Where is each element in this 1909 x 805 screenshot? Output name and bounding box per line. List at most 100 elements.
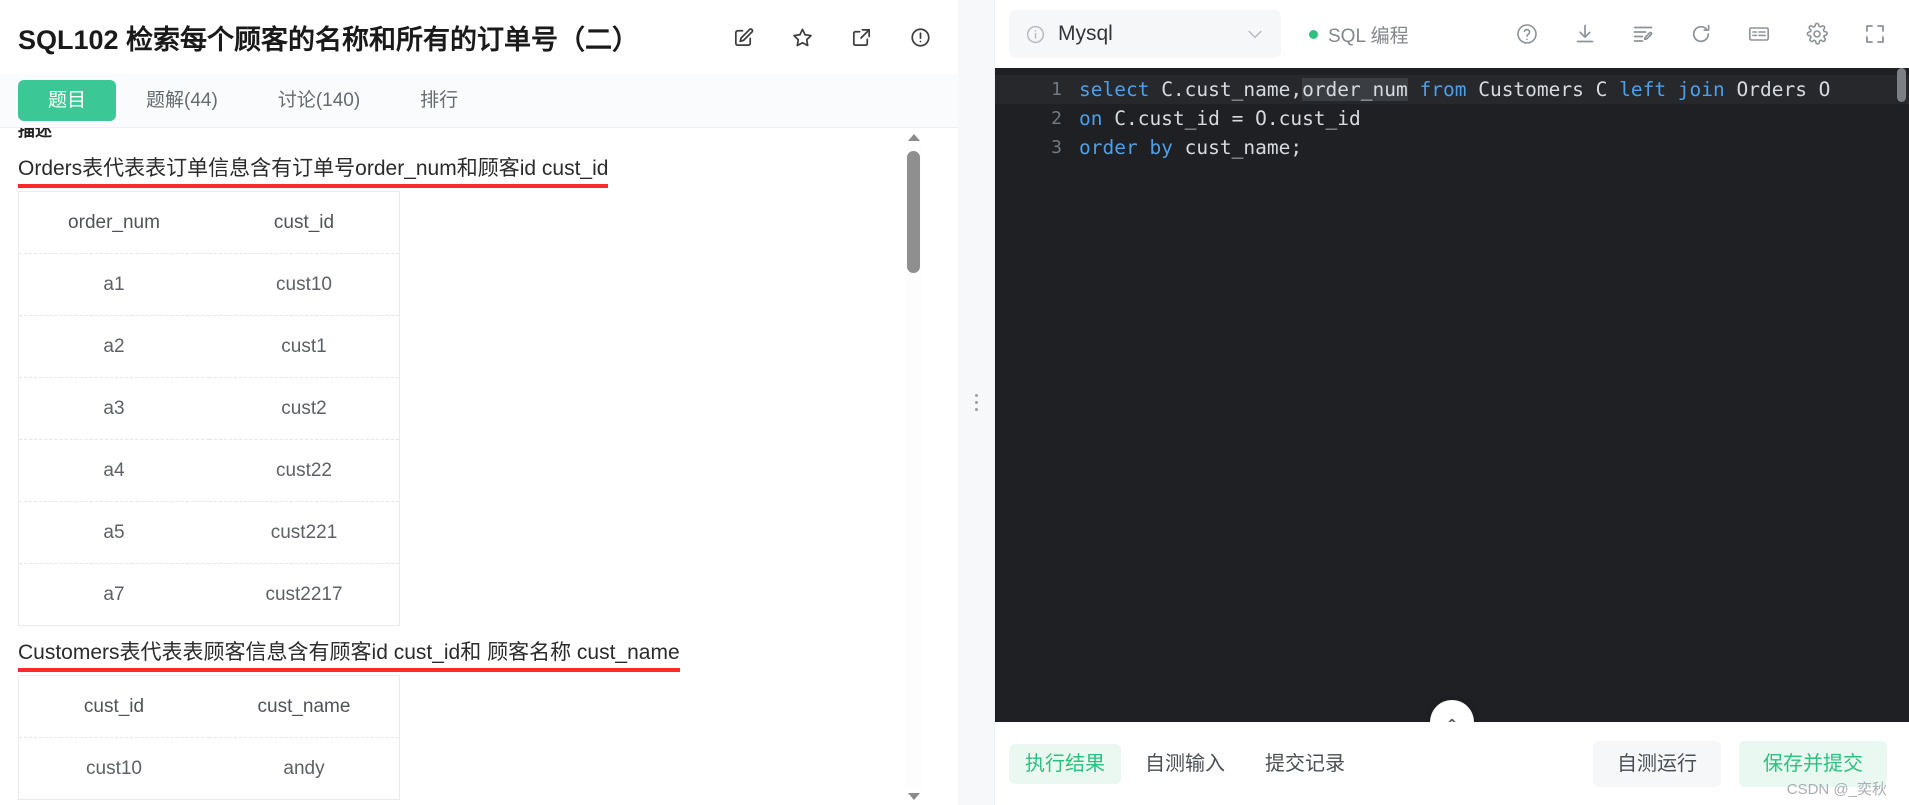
cell: a7	[103, 583, 125, 605]
problem-header-actions	[732, 26, 932, 49]
tab-ranking[interactable]: 排行	[390, 80, 488, 121]
cell: a5	[18, 501, 209, 564]
self-test-run-button[interactable]: 自测运行	[1593, 740, 1721, 787]
download-icon[interactable]	[1573, 22, 1597, 46]
problem-content-scroll[interactable]: 描述 Orders表代表表订单信息含有订单号order_num和顾客id cus…	[0, 128, 958, 805]
settings-gear-icon[interactable]	[1805, 22, 1829, 46]
cell: cust22	[209, 439, 400, 502]
description-heading: 描述	[18, 128, 52, 140]
column-header-order-num: order_num	[18, 191, 209, 254]
editor-scrollbar[interactable]	[1895, 68, 1909, 722]
red-underline	[18, 184, 609, 188]
code-line[interactable]: 3 order by cust_name;	[995, 133, 1909, 162]
tab-discussion[interactable]: 讨论(140)	[248, 80, 390, 121]
tab-submission-history[interactable]: 提交记录	[1249, 744, 1361, 784]
editor-toolbar: Mysql SQL 编程	[995, 0, 1909, 68]
sql-practice-page: SQL102 检索每个顾客的名称和所有的订单号（二） 题目 题解(44) 讨论(…	[0, 0, 1909, 805]
code-line[interactable]: 2 on C.cust_id = O.cust_id	[995, 104, 1909, 133]
column-header-cust-id: cust_id	[18, 675, 209, 738]
orders-table-description-text: Orders表代表表订单信息含有订单号order_num和顾客id cust_i…	[18, 157, 609, 180]
problem-scrollbar[interactable]	[905, 129, 922, 805]
report-info-icon[interactable]	[909, 26, 932, 49]
customers-table-description-text: Customers表代表表顾客信息含有顾客id cust_id和 顾客名称 cu…	[18, 641, 680, 664]
cell: andy	[283, 757, 325, 779]
database-select-value: Mysql	[1058, 22, 1113, 45]
editor-actions: 自测运行 保存并提交	[1593, 740, 1887, 787]
editor-bottom-bar: 执行结果 自测输入 提交记录 自测运行 保存并提交 CSDN @_奕秋	[995, 722, 1909, 805]
share-external-icon[interactable]	[850, 26, 873, 49]
info-circle-icon	[1025, 24, 1046, 45]
table-header-row: order_num cust_id	[18, 191, 400, 254]
editor-toolbar-actions	[1515, 22, 1887, 46]
sql-keyword: order by	[1079, 136, 1173, 159]
orders-table-description: Orders表代表表订单信息含有订单号order_num和顾客id cust_i…	[18, 154, 609, 188]
pane-splitter[interactable]	[958, 0, 994, 805]
cell: cust10	[209, 253, 400, 316]
note-edit-icon[interactable]	[732, 26, 755, 49]
problem-header: SQL102 检索每个顾客的名称和所有的订单号（二）	[0, 0, 958, 74]
help-circle-icon[interactable]	[1515, 22, 1539, 46]
code-token: C.cust_id = O.cust_id	[1102, 107, 1361, 130]
scrollbar-thumb[interactable]	[1897, 68, 1906, 102]
cell: cust2217	[265, 583, 343, 605]
table-row: a7 cust2217	[19, 564, 400, 626]
table-row: a4 cust22	[18, 439, 400, 502]
sql-keyword: left join	[1619, 78, 1725, 101]
table-row: cust10 andy	[19, 738, 400, 800]
line-number: 2	[1051, 108, 1062, 129]
problem-tabs: 题目 题解(44) 讨论(140) 排行	[0, 74, 958, 128]
database-select[interactable]: Mysql	[1009, 10, 1281, 58]
customers-table-description: Customers表代表表顾客信息含有顾客id cust_id和 顾客名称 cu…	[18, 638, 680, 672]
tab-execution-result[interactable]: 执行结果	[1009, 743, 1121, 784]
cell: a4	[18, 439, 209, 502]
sql-keyword: select	[1079, 78, 1150, 101]
scrollbar-thumb[interactable]	[907, 151, 920, 273]
cell: cust10	[86, 757, 142, 779]
format-code-icon[interactable]	[1631, 22, 1655, 46]
table-row: a3 cust2	[18, 377, 400, 440]
code-line-text: select C.cust_name,order_num from Custom…	[1079, 75, 1830, 104]
sql-code-editor[interactable]: 1 select C.cust_name,order_num from Custo…	[995, 68, 1909, 722]
table-row: a5 cust221	[18, 501, 400, 564]
drag-handle-dots-icon[interactable]	[974, 394, 978, 411]
fullscreen-icon[interactable]	[1863, 22, 1887, 46]
scroll-down-arrow-icon[interactable]	[905, 788, 922, 805]
keyboard-shortcut-icon[interactable]	[1747, 22, 1771, 46]
sql-keyword: from	[1419, 78, 1467, 101]
code-line-text: order by cust_name;	[1079, 133, 1302, 162]
highlighted-token: order_num	[1302, 78, 1408, 101]
cell: cust221	[209, 501, 400, 564]
cell: cust1	[209, 315, 400, 378]
code-token: cust_name;	[1172, 136, 1303, 159]
tab-self-test-input[interactable]: 自测输入	[1129, 744, 1241, 784]
code-token: Orders O	[1724, 78, 1831, 101]
red-underline	[18, 668, 680, 672]
line-number: 3	[1051, 137, 1062, 158]
tab-problem[interactable]: 题目	[18, 80, 117, 121]
table-row: a1 cust10	[18, 253, 400, 316]
tab-solutions[interactable]: 题解(44)	[116, 80, 248, 121]
cell: a1	[18, 253, 209, 316]
problem-content: 描述 Orders表代表表订单信息含有订单号order_num和顾客id cus…	[0, 128, 916, 800]
code-token: C.cust_name,	[1149, 78, 1303, 101]
status-dot-icon	[1309, 29, 1318, 39]
page-title: SQL102 检索每个顾客的名称和所有的订单号（二）	[18, 24, 640, 55]
star-icon[interactable]	[791, 26, 814, 49]
result-tabs: 执行结果 自测输入 提交记录	[1009, 743, 1361, 784]
cell: a2	[18, 315, 209, 378]
scroll-up-arrow-icon[interactable]	[905, 129, 922, 146]
table-header-row: cust_id cust_name	[18, 675, 400, 738]
sql-mode-indicator[interactable]: SQL 编程	[1309, 21, 1409, 48]
code-line[interactable]: 1 select C.cust_name,order_num from Custo…	[995, 75, 1909, 104]
sql-mode-label: SQL 编程	[1328, 25, 1409, 47]
cell: cust2	[209, 377, 400, 440]
refresh-icon[interactable]	[1689, 22, 1713, 46]
chevron-down-icon[interactable]	[1245, 24, 1265, 44]
save-and-submit-button[interactable]: 保存并提交	[1739, 740, 1887, 787]
collapse-editor-button[interactable]	[1430, 700, 1474, 722]
cell: a3	[18, 377, 209, 440]
code-token: Customers C	[1466, 78, 1620, 101]
problem-pane: SQL102 检索每个顾客的名称和所有的订单号（二） 题目 题解(44) 讨论(…	[0, 0, 958, 805]
code-content[interactable]: 1 select C.cust_name,order_num from Custo…	[995, 68, 1909, 162]
